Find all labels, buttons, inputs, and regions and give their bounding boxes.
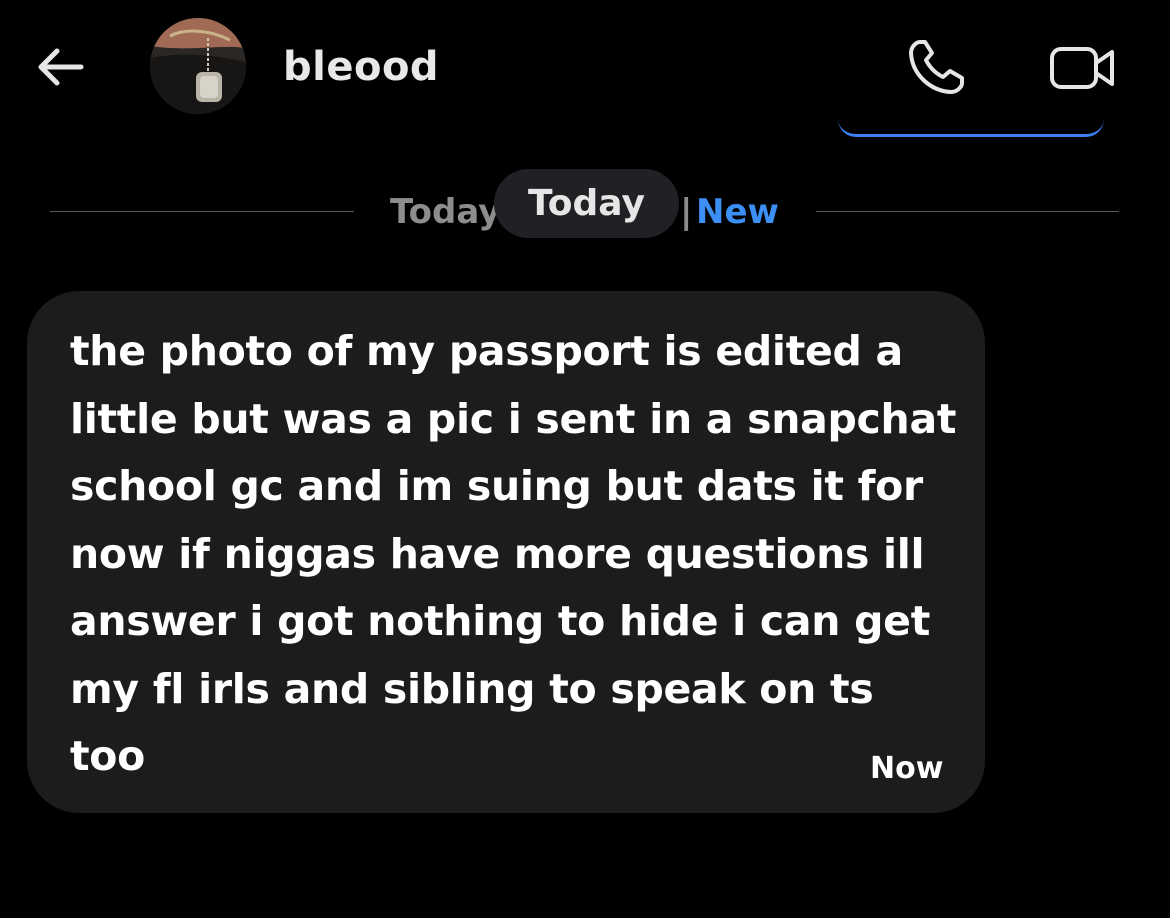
divider-line-left: [50, 211, 354, 212]
divider-separator: |: [680, 192, 693, 232]
scroll-to-new-button[interactable]: [838, 118, 1104, 137]
divider-line-right: [816, 211, 1119, 212]
date-pill: Today: [494, 169, 679, 238]
unread-divider: Today | New: [390, 190, 779, 234]
video-camera-icon: [1050, 47, 1114, 89]
message-timestamp: Now: [870, 751, 944, 786]
contact-name[interactable]: bleood: [283, 38, 439, 96]
back-button[interactable]: [28, 38, 90, 96]
phone-icon: [909, 40, 964, 94]
avatar-photo: [150, 18, 246, 114]
avatar[interactable]: [150, 18, 246, 114]
arrow-left-icon: [38, 48, 84, 86]
video-call-button[interactable]: [1046, 40, 1120, 96]
divider-today-label: Today: [390, 192, 501, 232]
divider-new-label: New: [696, 192, 779, 232]
message-text: the photo of my passport is edited a lit…: [70, 327, 957, 780]
voice-call-button[interactable]: [903, 36, 969, 98]
